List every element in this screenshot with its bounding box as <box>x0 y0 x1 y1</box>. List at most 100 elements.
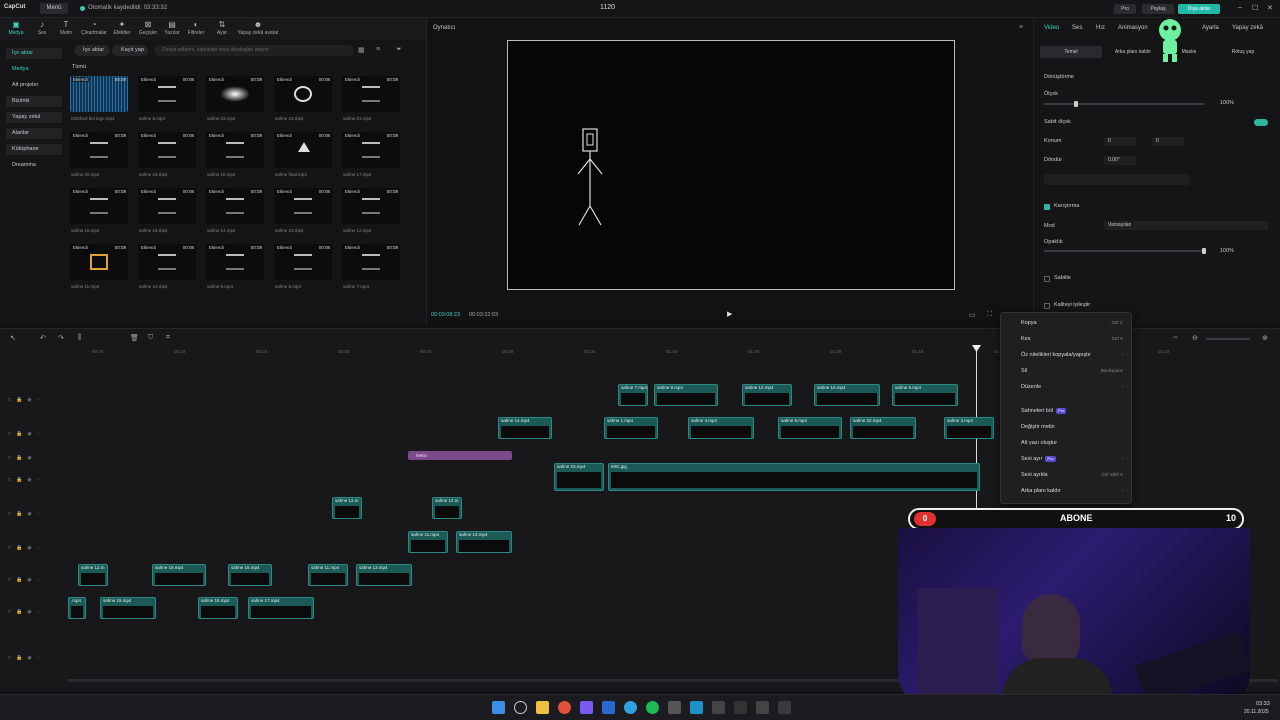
timeline-clip[interactable]: sahne 1.mp4 <box>604 417 658 439</box>
media-thumbnail[interactable]: Eklendi 00:08 sahne 14.mp4 <box>206 188 266 234</box>
minimize-icon[interactable]: – <box>1238 4 1242 11</box>
main-track-clip[interactable]: IMG.jpg <box>608 463 980 491</box>
timeline-clip[interactable]: sahne 12.m <box>432 497 462 519</box>
timeline-clip[interactable]: sahne 13.mp4 <box>456 531 512 553</box>
media-thumbnail[interactable]: Eklendi 00:08 sahne 10.mp4 <box>138 244 198 290</box>
main-track-clip[interactable]: sahne 23.mp4 <box>554 463 604 491</box>
word-icon[interactable] <box>602 701 615 714</box>
tab-audio[interactable]: Ses <box>1072 25 1082 31</box>
context-menu-item[interactable]: Alt yazı oluştur <box>1001 435 1133 451</box>
play-icon[interactable]: ▶ <box>727 310 732 318</box>
timeline-clip[interactable]: sahne 9.mp4 <box>654 384 718 406</box>
timeline-clip[interactable]: .mp4 <box>68 597 86 619</box>
track-controls[interactable]: □🔒◉⋯ <box>8 577 47 583</box>
shield-icon[interactable]: ⛉ <box>148 334 153 342</box>
sidebar-item-dreamina[interactable]: Dreamina <box>6 160 62 171</box>
track-controls[interactable]: □🔒◉⋯ <box>8 511 47 517</box>
app-icon[interactable] <box>734 701 747 714</box>
text-clip[interactable]: Metin <box>408 451 512 460</box>
sidebar-item-subprojects[interactable]: Alt projeler <box>6 80 62 91</box>
timeline-clip[interactable]: sahne 22.mp4 <box>850 417 916 439</box>
align-buttons[interactable] <box>1044 174 1190 185</box>
grid-view-icon[interactable]: ▦ <box>358 46 365 54</box>
timeline-clip[interactable]: sahne 8.mp4 <box>778 417 842 439</box>
sidebar-item-ai[interactable]: Yapay zekâ <box>6 112 62 123</box>
track-controls[interactable]: □🔒◉ <box>8 455 37 461</box>
context-menu-item[interactable]: Arka planı kaldır › <box>1001 483 1133 499</box>
media-thumbnail[interactable]: Eklendi 00:08 sahne 11.mp4 <box>70 244 130 290</box>
media-thumbnail[interactable]: Eklendi 00:08 sahne 20.mp4 <box>70 132 130 178</box>
telegram-icon[interactable] <box>624 701 637 714</box>
ratio-icon[interactable]: ▭ <box>969 311 976 319</box>
zoom-out-icon[interactable]: ⊖ <box>1192 334 1198 342</box>
timeline-clip[interactable]: sahne 11.mp4 <box>308 564 348 586</box>
opacity-value[interactable]: 100% <box>1220 248 1234 254</box>
media-thumbnail[interactable]: Eklendi 00:08 sahne 23.mp4 <box>206 76 266 122</box>
subtab-mask[interactable]: Maske <box>1164 46 1214 58</box>
blend-checkbox[interactable] <box>1044 204 1050 210</box>
maximize-icon[interactable]: ☐ <box>1252 4 1258 12</box>
sidebar-import[interactable]: İçe aktar <box>6 48 62 59</box>
media-thumbnail[interactable]: Eklendi 00:08 sahne 9.mp4 <box>206 244 266 290</box>
start-icon[interactable] <box>492 701 505 714</box>
subtab-basic[interactable]: Temel <box>1040 46 1102 58</box>
select-tool-icon[interactable]: ↖ <box>10 334 16 342</box>
media-thumbnail[interactable]: Eklendi 00:08 sahne 7.mp4 <box>342 244 402 290</box>
media-thumbnail[interactable]: Eklendi 00:08 sahne 15.mp4 <box>138 188 198 234</box>
app-icon[interactable] <box>778 701 791 714</box>
media-thumbnail[interactable]: Eklendi 00:08 sahne 22.mp4 <box>274 76 334 122</box>
timeline-clip[interactable]: sahne 12.mp4 <box>742 384 792 406</box>
media-thumbnail[interactable]: Eklendi 00:08 sahne 8.mp4 <box>138 76 198 122</box>
rotate-field[interactable]: 0.00° <box>1104 156 1136 165</box>
fullscreen-icon[interactable]: ⛶ <box>987 311 992 319</box>
timeline-clip[interactable]: sahne 12.m <box>332 497 362 519</box>
context-menu-item[interactable]: Düzenle › <box>1001 379 1133 395</box>
import-button[interactable]: İçe aktar <box>74 45 110 56</box>
context-menu-item[interactable]: Değiştir metin <box>1001 419 1133 435</box>
close-icon[interactable]: ✕ <box>1267 4 1273 12</box>
app-icon[interactable] <box>668 701 681 714</box>
timeline-clip[interactable]: sahne 16.mp4 <box>228 564 272 586</box>
tool-media[interactable]: ▣ Medya <box>2 20 30 40</box>
search-input[interactable]: Dosya adlarını, sahneleri veya diyalogla… <box>154 45 354 56</box>
clock-date[interactable]: 20.11.2025 <box>1244 709 1269 715</box>
track-controls[interactable]: □🔒◉⋯ <box>8 431 47 437</box>
split-icon[interactable]: ⫼ <box>78 334 81 342</box>
stabilize-checkbox[interactable] <box>1044 276 1050 282</box>
menu-button[interactable]: Menü <box>40 3 68 14</box>
enhance-checkbox[interactable] <box>1044 303 1050 309</box>
tab-adjust[interactable]: Ayarla <box>1202 25 1219 31</box>
timeline-clip[interactable]: sahne 12.m <box>78 564 108 586</box>
tool-adjust[interactable]: ⇅ Ayar <box>208 20 236 40</box>
preview-canvas[interactable] <box>507 40 955 290</box>
tab-video[interactable]: Video <box>1044 25 1059 31</box>
tool-text[interactable]: T Metin <box>52 20 80 40</box>
file-explorer-icon[interactable] <box>536 701 549 714</box>
app-icon[interactable] <box>580 701 593 714</box>
fit-icon[interactable]: ⇔ <box>1172 334 1179 341</box>
filter-icon[interactable]: ⏷ <box>396 46 402 54</box>
opacity-slider-knob[interactable] <box>1202 248 1206 254</box>
sidebar-item-library[interactable]: Kütüphane <box>6 144 62 155</box>
chrome-icon[interactable] <box>558 701 571 714</box>
media-thumbnail[interactable]: Eklendi 00:08 sahne 17.mp4 <box>342 132 402 178</box>
timeline-clip[interactable]: sahne 10.mp4 <box>814 384 880 406</box>
scale-slider[interactable] <box>1044 103 1204 105</box>
track-controls[interactable]: □🔒◉⋯ <box>8 397 47 403</box>
tab-ai[interactable]: Yapay zekâ <box>1232 25 1263 31</box>
tool-ai-avatar[interactable]: ☻ Yapay zekâ avatar <box>236 20 280 40</box>
timeline-clip[interactable]: sahne 15.mp4 <box>198 597 238 619</box>
zoom-in-icon[interactable]: ⊕ <box>1262 334 1268 342</box>
sidebar-item-spaces[interactable]: Alanlar <box>6 128 62 139</box>
media-thumbnail[interactable]: Eklendi 00:08 Glitched led logo.mp4 <box>70 76 130 122</box>
media-thumbnail[interactable]: Eklendi 00:08 sahne 18.mp4 <box>206 132 266 178</box>
redo-icon[interactable]: ↷ <box>58 334 64 342</box>
timeline-clip[interactable]: sahne 14.mp4 <box>498 417 552 439</box>
media-thumbnail[interactable]: Eklendi 00:08 sahne 16.mp4 <box>70 188 130 234</box>
list-view-icon[interactable]: ≡ <box>376 46 380 53</box>
position-y-field[interactable]: 0 <box>1152 137 1184 146</box>
app-icon[interactable] <box>712 701 725 714</box>
timeline-clip[interactable]: sahne 7.mp4 <box>618 384 648 406</box>
track-controls[interactable]: □🔒◉⋯ <box>8 655 47 661</box>
tab-speed[interactable]: Hız <box>1096 25 1105 31</box>
